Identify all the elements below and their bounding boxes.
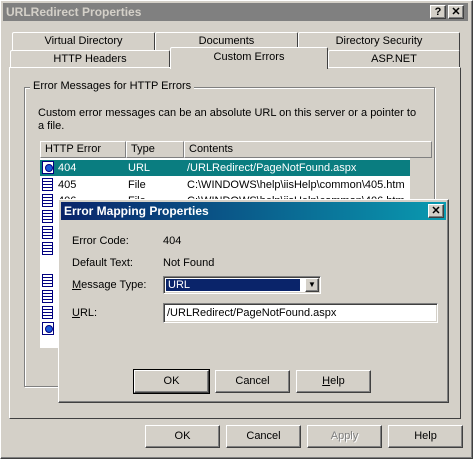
default-text-label: Default Text: — [72, 257, 133, 269]
web-page-icon — [42, 322, 54, 335]
row-type: URL — [128, 162, 151, 174]
tab-label: Custom Errors — [213, 51, 285, 63]
apply-button[interactable]: Apply — [307, 425, 382, 448]
tab-custom-errors[interactable]: Custom Errors — [170, 47, 328, 69]
dialog-help-button[interactable]: Help — [296, 370, 371, 393]
tab-label: Documents — [198, 35, 255, 47]
error-mapping-dialog: Error Mapping Properties ✕ Error Code: 4… — [58, 199, 449, 403]
dialog-title: Error Mapping Properties — [64, 204, 209, 218]
document-icon — [42, 290, 53, 303]
document-icon — [42, 306, 53, 319]
dialog-close-button[interactable]: ✕ — [428, 204, 444, 218]
tab-label: Directory Security — [335, 35, 423, 47]
document-icon — [42, 194, 53, 207]
column-header-label: Contents — [189, 143, 234, 155]
document-icon — [42, 226, 53, 239]
help-text: Custom error messages can be an absolute… — [38, 107, 417, 132]
column-header-contents[interactable]: Contents — [184, 141, 432, 158]
column-header-type[interactable]: Type — [126, 141, 184, 158]
cancel-button[interactable]: Cancel — [226, 425, 301, 448]
row-code: 405 — [58, 179, 77, 191]
document-icon — [42, 210, 53, 223]
error-code-label: Error Code: — [72, 235, 129, 247]
list-row-405[interactable]: 405 File C:\WINDOWS\help\iisHelp\common\… — [40, 177, 410, 193]
row-type: File — [128, 179, 146, 191]
column-header-label: Type — [131, 143, 155, 155]
default-text-value: Not Found — [163, 257, 215, 269]
tab-label: Virtual Directory — [44, 35, 123, 47]
list-header: HTTP Error Type Contents — [40, 141, 432, 158]
url-input[interactable]: /URLRedirect/PageNotFound.aspx — [163, 303, 438, 323]
document-icon — [42, 178, 53, 191]
close-button[interactable]: ✕ — [448, 5, 464, 19]
row-contents: /URLRedirect/PageNotFound.aspx — [187, 162, 357, 174]
message-type-label-text: essage Type: — [81, 279, 147, 291]
document-icon — [42, 242, 53, 255]
url-label: URL: — [72, 307, 98, 319]
url-label-text: RL: — [79, 307, 98, 319]
tab-virtual-directory[interactable]: Virtual Directory — [12, 32, 155, 51]
list-row-404[interactable]: 404 URL /URLRedirect/PageNotFound.aspx — [40, 160, 410, 176]
help-title-button[interactable]: ? — [430, 5, 446, 19]
row-contents: C:\WINDOWS\help\iisHelp\common\405.htm — [187, 179, 405, 191]
column-header-label: HTTP Error — [45, 143, 102, 155]
tab-label: ASP.NET — [371, 53, 417, 65]
close-icon: ✕ — [451, 6, 461, 18]
web-page-icon — [42, 161, 54, 174]
ok-button[interactable]: OK — [145, 425, 220, 448]
window-title: URLRedirect Properties — [6, 5, 142, 19]
error-code-value: 404 — [163, 235, 182, 247]
column-header-http-error[interactable]: HTTP Error — [40, 141, 126, 158]
message-type-value: URL — [165, 278, 301, 292]
close-icon: ✕ — [431, 205, 441, 217]
question-mark-icon: ? — [434, 6, 442, 18]
window-titlebar[interactable]: URLRedirect Properties ? ✕ — [3, 3, 468, 21]
document-icon — [42, 274, 53, 287]
chevron-down-icon[interactable]: ▼ — [305, 278, 319, 292]
message-type-label: Message Type: — [72, 279, 147, 291]
dialog-cancel-button[interactable]: Cancel — [215, 370, 290, 393]
dialog-ok-button[interactable]: OK — [133, 369, 210, 394]
message-type-dropdown[interactable]: URL ▼ — [163, 276, 321, 294]
tab-label: HTTP Headers — [53, 53, 127, 65]
dialog-titlebar[interactable]: Error Mapping Properties ✕ — [61, 202, 446, 220]
group-title: Error Messages for HTTP Errors — [30, 80, 195, 92]
row-code: 404 — [58, 162, 77, 174]
help-button[interactable]: Help — [388, 425, 463, 448]
